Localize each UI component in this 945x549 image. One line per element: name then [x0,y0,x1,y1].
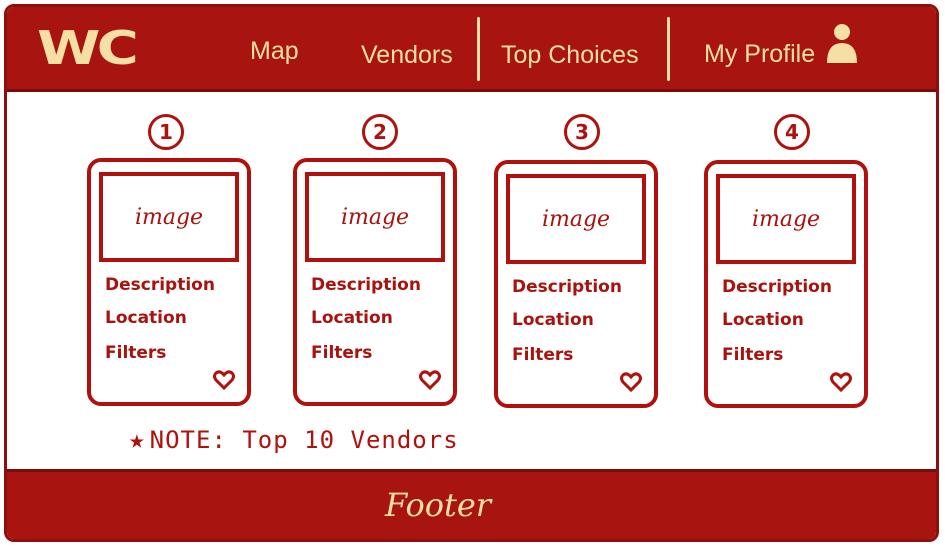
card-filters: Filters [311,343,373,363]
note-annotation: ★ NOTE: Top 10 Vendors [129,425,459,455]
card-description: Description [722,277,832,297]
user-icon[interactable] [825,21,859,65]
card-image-placeholder: image [716,174,856,264]
footer: Footer [7,469,936,539]
nav-my-profile[interactable]: My Profile [704,40,815,69]
nav-divider [667,17,670,81]
card-description: Description [512,277,622,297]
vendor-card[interactable]: image Description Location Filters [293,158,457,406]
main-content: 1 image Description Location Filters 2 i… [7,92,936,469]
card-location: Location [311,308,393,328]
card-image-placeholder: image [506,174,646,264]
card-location: Location [105,308,187,328]
card-image-placeholder: image [99,172,239,262]
header: WC Map Vendors Top Choices My Profile [7,7,936,92]
note-text: NOTE: Top 10 Vendors [149,426,459,454]
card-location: Location [722,310,804,330]
heart-icon[interactable] [213,370,235,390]
card-description: Description [105,275,215,295]
card-location: Location [512,310,594,330]
card-filters: Filters [512,345,574,365]
nav-map[interactable]: Map [250,37,299,66]
nav-divider [477,17,480,81]
card-filters: Filters [722,345,784,365]
card-filters: Filters [105,343,167,363]
card-number-badge: 4 [774,114,810,150]
star-icon: ★ [129,425,146,455]
nav-top-choices[interactable]: Top Choices [501,41,639,70]
heart-icon[interactable] [620,372,642,392]
card-image-placeholder: image [305,172,445,262]
heart-icon[interactable] [830,372,852,392]
wireframe-frame: WC Map Vendors Top Choices My Profile 1 … [4,4,939,542]
card-number-badge: 3 [564,114,600,150]
vendor-card[interactable]: image Description Location Filters [494,160,658,408]
card-number-badge: 2 [362,114,398,150]
logo[interactable]: WC [37,21,139,75]
nav-vendors[interactable]: Vendors [361,41,453,70]
card-description: Description [311,275,421,295]
vendor-card[interactable]: image Description Location Filters [704,160,868,408]
footer-label: Footer [385,486,492,524]
card-number-badge: 1 [148,114,184,150]
heart-icon[interactable] [419,370,441,390]
vendor-card[interactable]: image Description Location Filters [87,158,251,406]
